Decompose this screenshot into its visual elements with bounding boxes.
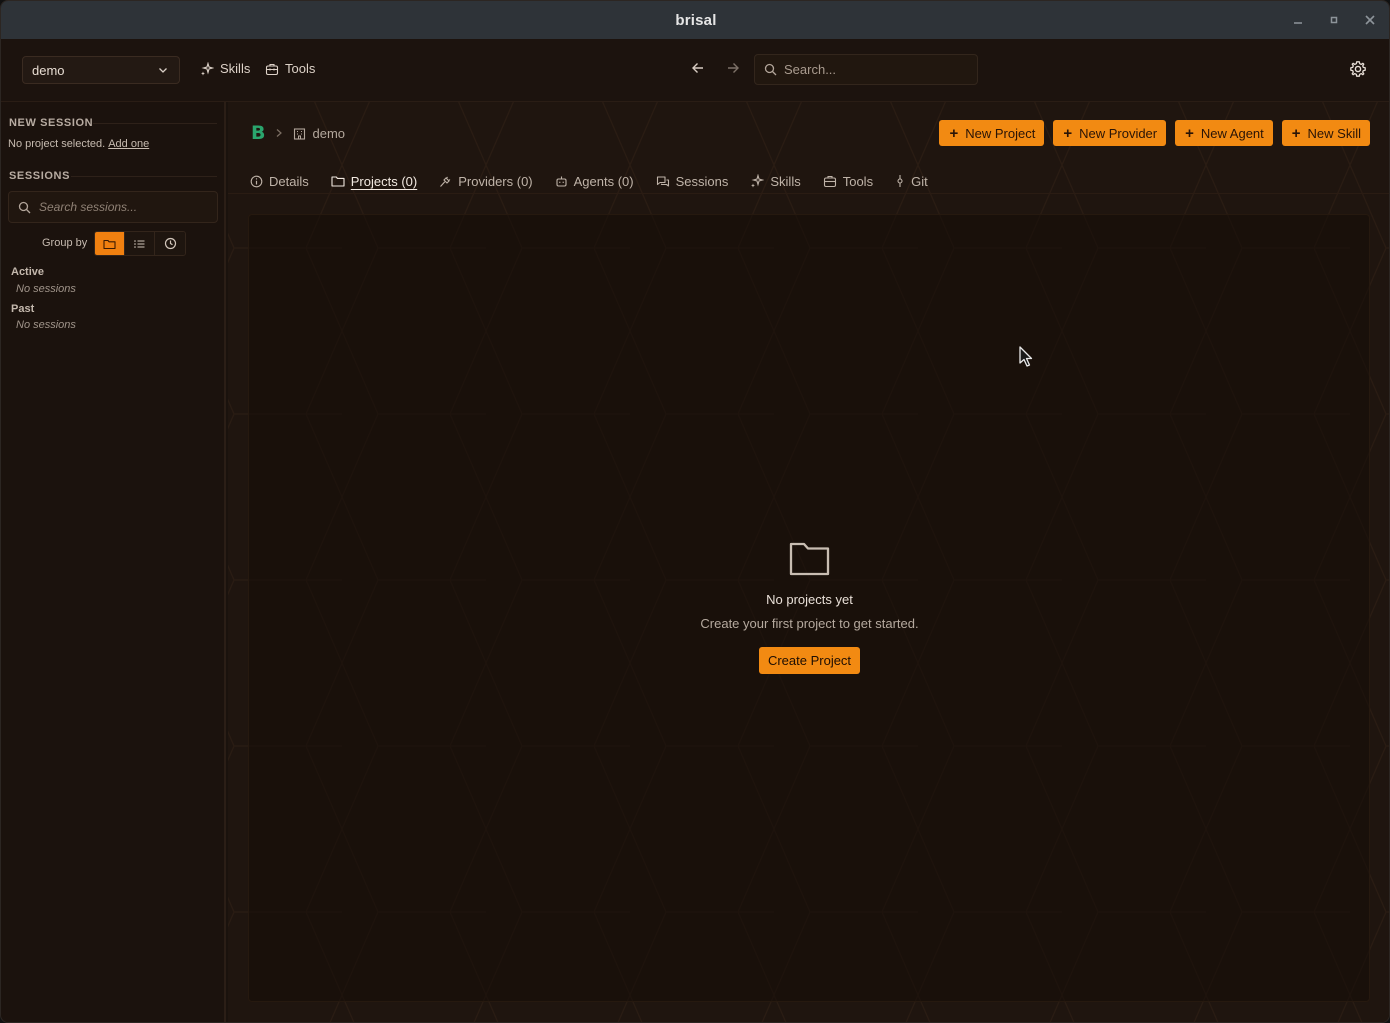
sessions-heading: SESSIONS: [9, 170, 71, 182]
close-icon[interactable]: [1363, 13, 1377, 27]
plus-icon: +: [1291, 124, 1301, 142]
folder-icon: [331, 175, 345, 187]
tab-details-label: Details: [269, 173, 309, 189]
divider: [71, 176, 217, 177]
plus-icon: +: [1185, 124, 1194, 142]
group-by-list-button[interactable]: [125, 232, 155, 255]
tab-skills-label: Skills: [770, 173, 801, 189]
create-project-button[interactable]: Create Project: [758, 647, 861, 674]
tab-agents[interactable]: Agents (0): [555, 174, 634, 189]
new-agent-label: New Agent: [1200, 125, 1264, 141]
tab-providers[interactable]: Providers (0): [439, 173, 533, 189]
group-by-label: Group by: [42, 237, 88, 249]
toolbox-icon: [823, 174, 837, 188]
sparkle-icon: [750, 174, 765, 188]
tab-git[interactable]: Git: [895, 174, 928, 189]
workspace-select-value: demo: [32, 62, 65, 78]
tab-git-label: Git: [911, 173, 928, 189]
tab-sessions-label: Sessions: [675, 173, 729, 189]
divider: [93, 123, 217, 124]
breadcrumb-workspace-label: demo: [312, 125, 346, 141]
search-icon: [18, 201, 31, 214]
folder-icon: [228, 540, 1389, 578]
git-commit-icon: [895, 174, 905, 188]
back-arrow-icon[interactable]: [691, 61, 705, 75]
tab-sessions[interactable]: Sessions: [656, 173, 729, 189]
info-icon: [250, 175, 263, 188]
clock-icon: [164, 237, 177, 250]
title-bar: brisal: [1, 1, 1389, 39]
folder-icon: [103, 238, 116, 250]
workspace-tabs: Details Projects (0) Providers (0) Agent…: [250, 169, 928, 193]
building-icon: [293, 127, 306, 140]
chat-icon: [656, 175, 670, 188]
new-project-button[interactable]: + New Project: [939, 120, 1045, 146]
tab-divider: [228, 193, 1389, 194]
breadcrumb: B demo: [251, 122, 345, 144]
past-group-empty: No sessions: [16, 319, 76, 331]
tab-details[interactable]: Details: [250, 174, 309, 189]
plug-icon: [439, 175, 452, 188]
past-group-title: Past: [11, 303, 35, 315]
toolbar-tools-link[interactable]: Tools: [265, 61, 315, 76]
global-search[interactable]: [754, 54, 978, 85]
no-project-text: No project selected. Add one: [8, 138, 149, 150]
tab-projects[interactable]: Projects (0): [331, 174, 417, 189]
workspace-select[interactable]: demo: [22, 56, 180, 84]
maximize-icon[interactable]: [1327, 13, 1341, 27]
search-icon: [764, 63, 777, 76]
active-group-title: Active: [11, 266, 45, 278]
session-search[interactable]: [8, 191, 218, 223]
empty-state: No projects yet Create your first projec…: [228, 540, 1389, 674]
chevron-right-icon: [275, 128, 283, 138]
top-toolbar: demo Skills Tools: [1, 39, 1389, 102]
minimize-icon[interactable]: [1291, 13, 1305, 27]
tab-projects-label: Projects (0): [350, 173, 418, 189]
toolbox-icon: [265, 62, 279, 76]
add-project-link[interactable]: Add one: [108, 138, 149, 150]
plus-icon: +: [949, 124, 959, 142]
app-window: brisal demo Skills Tools Search... NEW S…: [0, 0, 1390, 1023]
tab-tools-label: Tools: [842, 173, 874, 189]
new-provider-button[interactable]: + New Provider: [1053, 120, 1167, 146]
list-icon: [133, 238, 146, 250]
tab-skills[interactable]: Skills: [750, 173, 801, 189]
new-skill-label: New Skill: [1307, 125, 1361, 141]
new-skill-button[interactable]: + New Skill: [1281, 120, 1370, 146]
chevron-down-icon: [157, 64, 169, 76]
tab-agents-label: Agents (0): [573, 173, 634, 189]
empty-state-title: No projects yet: [766, 592, 853, 607]
brisal-logo[interactable]: B: [251, 122, 265, 144]
window-title: brisal: [675, 11, 717, 29]
bot-icon: [555, 175, 568, 188]
forward-arrow-icon[interactable]: [726, 61, 740, 75]
toolbar-skills-link[interactable]: Skills: [200, 61, 250, 76]
sessions-sidebar: NEW SESSION No project selected. Add one …: [1, 102, 226, 1022]
session-search-input[interactable]: [39, 200, 209, 214]
mouse-cursor-icon: [1018, 346, 1034, 368]
tab-tools[interactable]: Tools: [823, 174, 873, 189]
toolbar-skills-label: Skills: [220, 61, 251, 76]
new-agent-button[interactable]: + New Agent: [1175, 120, 1273, 146]
toolbar-tools-label: Tools: [285, 61, 316, 76]
gear-icon[interactable]: [1349, 60, 1367, 78]
new-project-label: New Project: [965, 125, 1036, 141]
group-by-folder-button[interactable]: [95, 232, 125, 255]
plus-icon: +: [1063, 124, 1073, 142]
sparkle-icon: [200, 61, 214, 76]
new-session-heading: NEW SESSION: [9, 117, 94, 129]
global-search-input[interactable]: [784, 62, 964, 77]
main-content: B demo + New Project + New Provider + New A…: [228, 102, 1389, 1022]
group-by-toggle: [94, 231, 186, 256]
group-by-time-button[interactable]: [155, 232, 185, 255]
active-group-empty: No sessions: [16, 283, 76, 295]
action-buttons: + New Project + New Provider + New Agent + N…: [939, 120, 1370, 146]
new-provider-label: New Provider: [1079, 125, 1158, 141]
no-project-label: No project selected.: [8, 138, 106, 150]
tab-providers-label: Providers (0): [458, 173, 533, 189]
empty-state-subtitle: Create your first project to get started…: [700, 616, 919, 631]
window-controls: [1291, 1, 1377, 39]
breadcrumb-workspace[interactable]: demo: [293, 126, 345, 141]
